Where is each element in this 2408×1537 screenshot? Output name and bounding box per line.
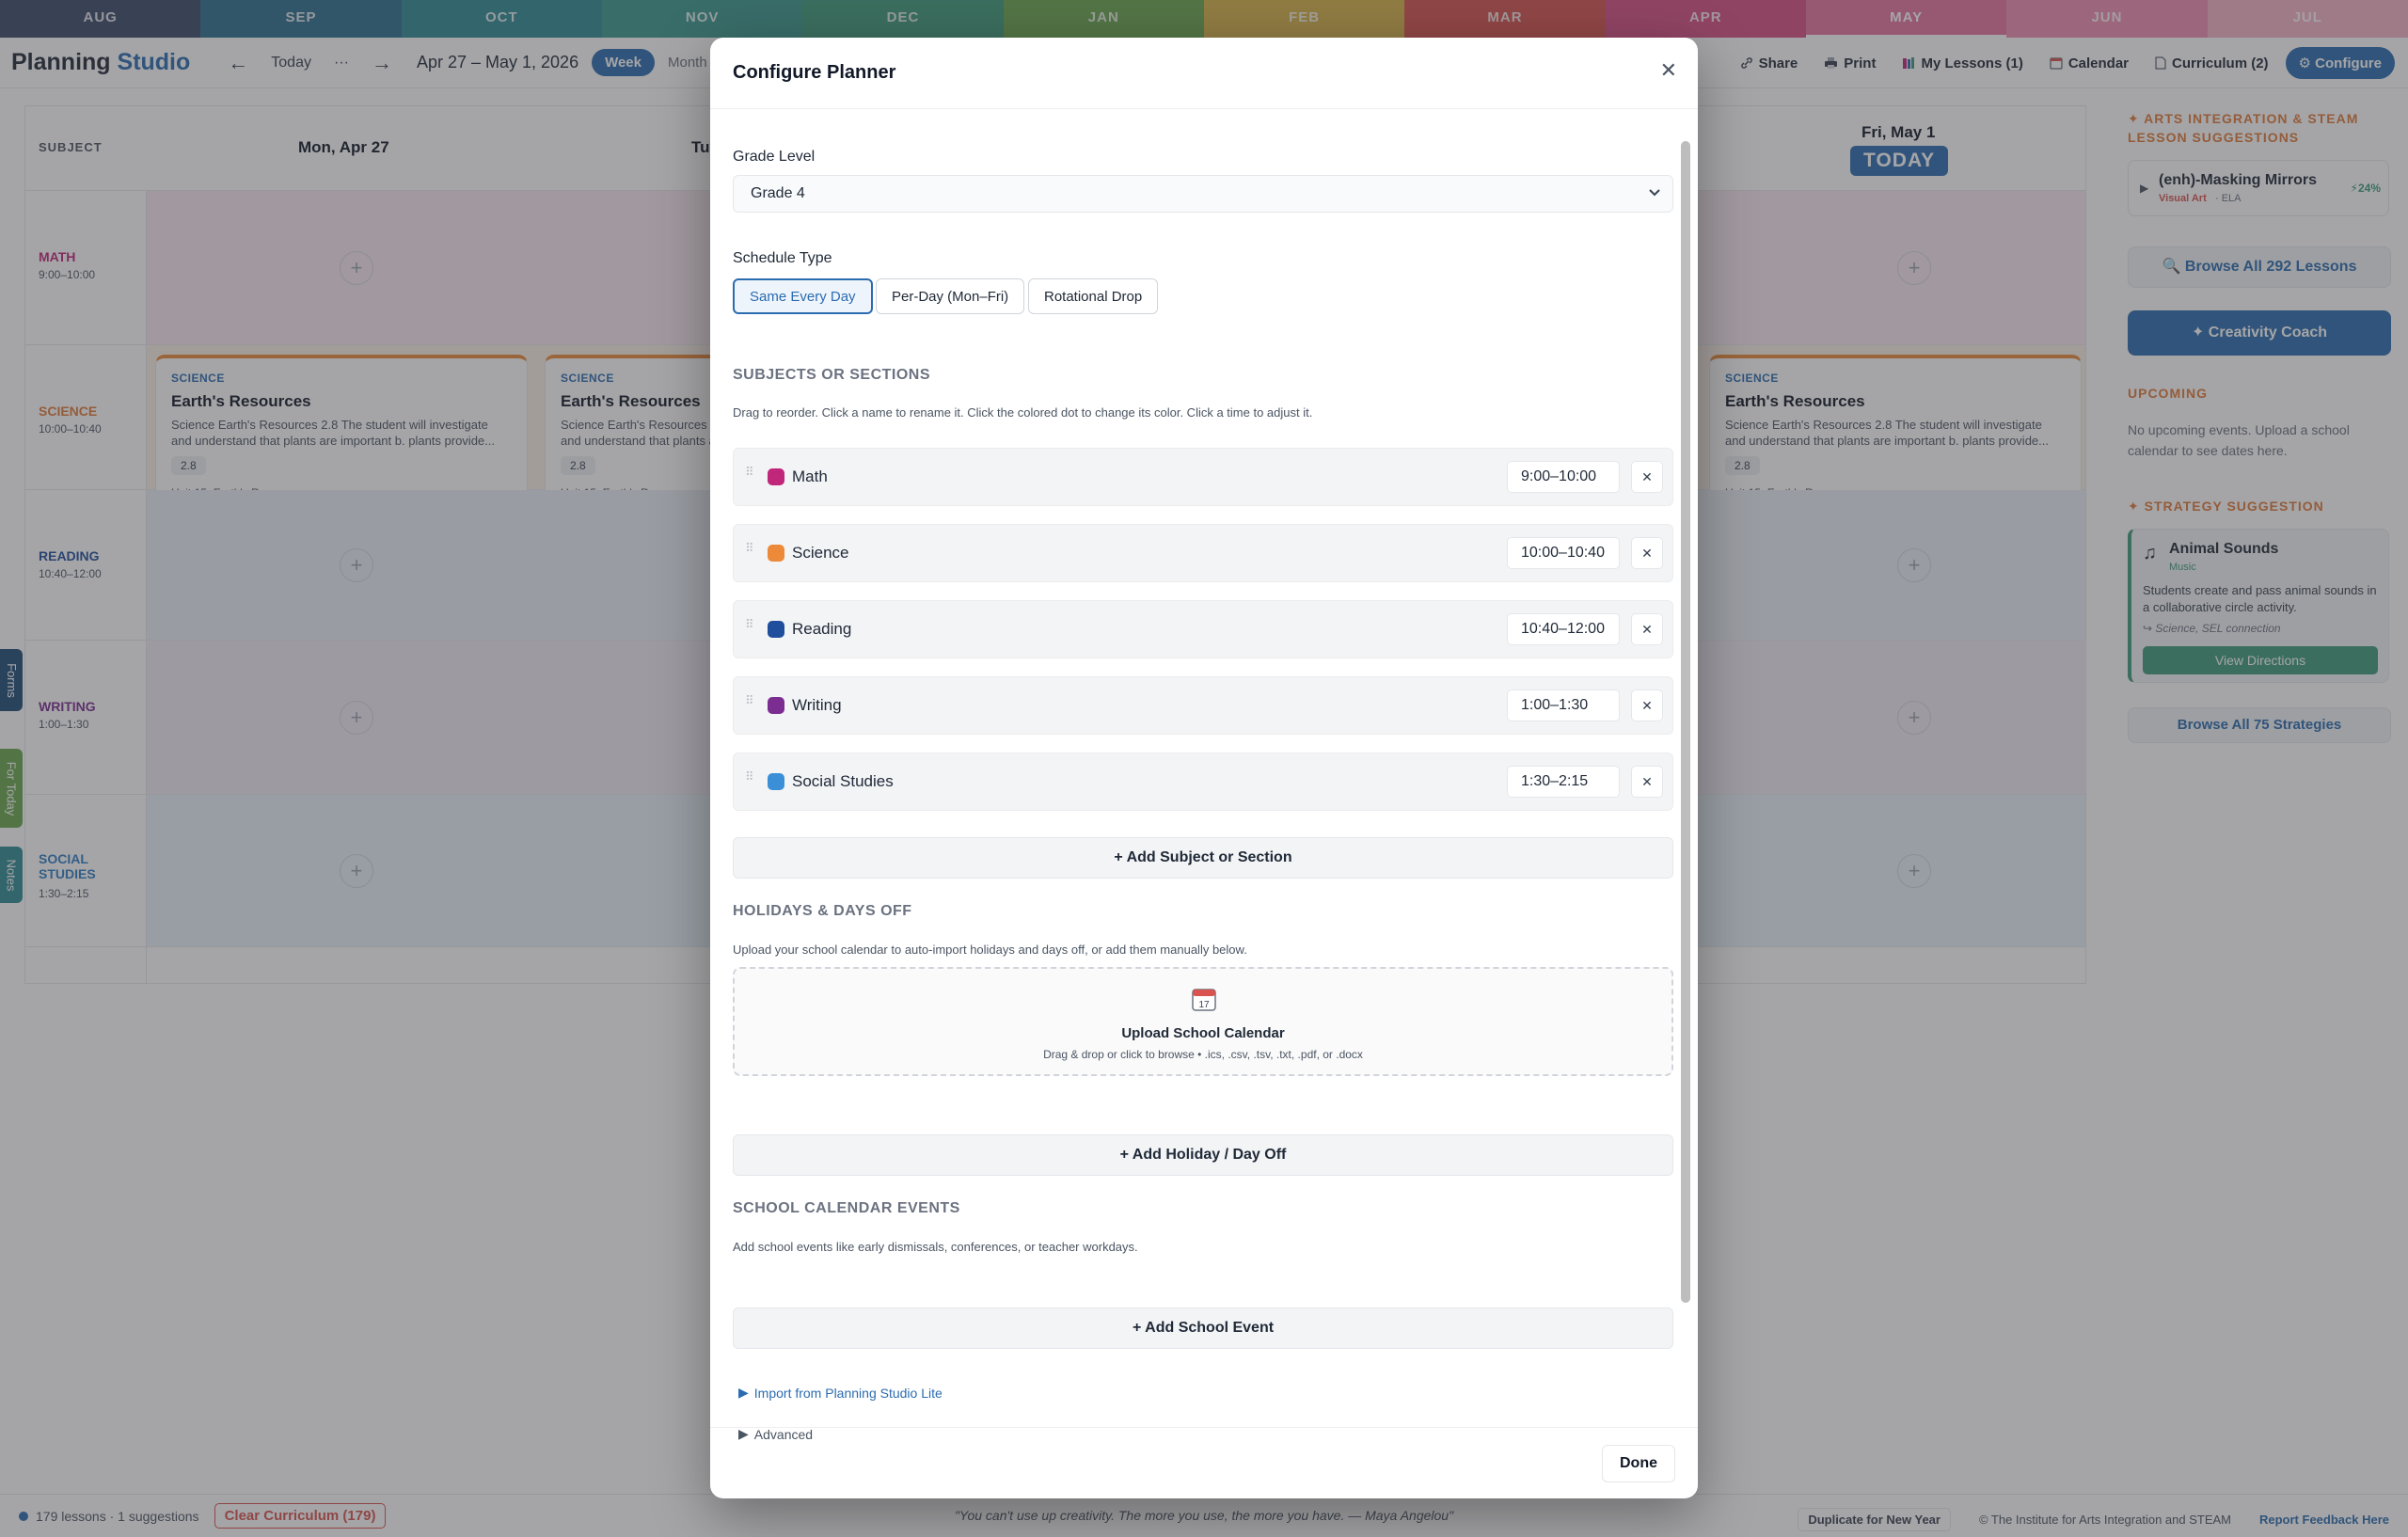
drag-handle-icon[interactable]: ⠿ bbox=[745, 694, 754, 713]
subject-name[interactable]: Science bbox=[792, 544, 848, 563]
done-button[interactable]: Done bbox=[1602, 1445, 1675, 1482]
subject-row[interactable]: ⠿ Science 10:00–10:40 ✕ bbox=[733, 524, 1673, 582]
chevron-down-icon bbox=[1649, 189, 1660, 197]
subject-row[interactable]: ⠿ Writing 1:00–1:30 ✕ bbox=[733, 676, 1673, 735]
events-help-text: Add school events like early dismissals,… bbox=[733, 1240, 1138, 1254]
subject-name[interactable]: Social Studies bbox=[792, 772, 894, 791]
calendar-icon: 17 bbox=[1192, 989, 1216, 1011]
modal-scrollbar[interactable] bbox=[1681, 141, 1690, 1303]
subject-name[interactable]: Math bbox=[792, 467, 828, 486]
triangle-right-icon: ▶ bbox=[738, 1385, 749, 1400]
drag-handle-icon[interactable]: ⠿ bbox=[745, 542, 754, 561]
schedule-rotational-drop[interactable]: Rotational Drop bbox=[1028, 278, 1159, 314]
subject-name[interactable]: Reading bbox=[792, 620, 851, 639]
remove-subject-icon[interactable]: ✕ bbox=[1631, 461, 1663, 493]
drag-handle-icon[interactable]: ⠿ bbox=[745, 618, 754, 637]
schedule-type-label: Schedule Type bbox=[733, 250, 832, 266]
add-school-event-button[interactable]: + Add School Event bbox=[733, 1307, 1673, 1349]
subject-color-dot[interactable] bbox=[768, 621, 784, 638]
scrollbar-thumb[interactable] bbox=[1681, 141, 1690, 1303]
remove-subject-icon[interactable]: ✕ bbox=[1631, 689, 1663, 721]
drag-handle-icon[interactable]: ⠿ bbox=[745, 466, 754, 484]
configure-planner-modal: Configure Planner ✕ Grade Level Grade 4 … bbox=[710, 38, 1698, 1498]
subjects-heading: SUBJECTS OR SECTIONS bbox=[733, 367, 931, 383]
subject-row[interactable]: ⠿ Social Studies 1:30–2:15 ✕ bbox=[733, 753, 1673, 811]
upload-calendar-dropzone[interactable]: 17 Upload School Calendar Drag & drop or… bbox=[733, 967, 1673, 1076]
close-icon[interactable]: ✕ bbox=[1660, 58, 1677, 83]
subject-time-input[interactable]: 10:40–12:00 bbox=[1507, 613, 1620, 645]
drag-handle-icon[interactable]: ⠿ bbox=[745, 770, 754, 789]
modal-footer: Done bbox=[710, 1427, 1698, 1498]
subject-row[interactable]: ⠿ Reading 10:40–12:00 ✕ bbox=[733, 600, 1673, 658]
remove-subject-icon[interactable]: ✕ bbox=[1631, 613, 1663, 645]
grade-level-select[interactable]: Grade 4 bbox=[733, 175, 1673, 213]
subject-color-dot[interactable] bbox=[768, 697, 784, 714]
subject-time-input[interactable]: 9:00–10:00 bbox=[1507, 461, 1620, 493]
subject-color-dot[interactable] bbox=[768, 545, 784, 562]
subject-color-dot[interactable] bbox=[768, 468, 784, 485]
subject-row[interactable]: ⠿ Math 9:00–10:00 ✕ bbox=[733, 448, 1673, 506]
grade-level-label: Grade Level bbox=[733, 149, 816, 165]
subject-time-input[interactable]: 1:30–2:15 bbox=[1507, 766, 1620, 798]
remove-subject-icon[interactable]: ✕ bbox=[1631, 537, 1663, 569]
subject-name[interactable]: Writing bbox=[792, 696, 842, 715]
subject-color-dot[interactable] bbox=[768, 773, 784, 790]
add-subject-button[interactable]: + Add Subject or Section bbox=[733, 837, 1673, 879]
add-holiday-button[interactable]: + Add Holiday / Day Off bbox=[733, 1134, 1673, 1176]
holidays-heading: HOLIDAYS & DAYS OFF bbox=[733, 903, 912, 919]
events-heading: SCHOOL CALENDAR EVENTS bbox=[733, 1200, 960, 1216]
schedule-same-every-day[interactable]: Same Every Day bbox=[733, 278, 873, 314]
import-lite-label: Import from Planning Studio Lite bbox=[753, 1385, 943, 1401]
subject-time-input[interactable]: 10:00–10:40 bbox=[1507, 537, 1620, 569]
modal-title: Configure Planner bbox=[733, 62, 896, 83]
subjects-help-text: Drag to reorder. Click a name to rename … bbox=[733, 405, 1313, 420]
svg-text:17: 17 bbox=[1198, 1000, 1210, 1010]
upload-subtitle: Drag & drop or click to browse • .ics, .… bbox=[1043, 1048, 1363, 1061]
import-lite-disclosure[interactable]: ▶ Import from Planning Studio Lite bbox=[738, 1385, 943, 1401]
grade-level-value: Grade 4 bbox=[751, 185, 805, 201]
upload-title: Upload School Calendar bbox=[1121, 1025, 1285, 1041]
schedule-per-day[interactable]: Per-Day (Mon–Fri) bbox=[876, 278, 1025, 314]
subject-time-input[interactable]: 1:00–1:30 bbox=[1507, 689, 1620, 721]
holidays-help-text: Upload your school calendar to auto-impo… bbox=[733, 943, 1247, 957]
modal-header: Configure Planner ✕ bbox=[710, 38, 1698, 109]
remove-subject-icon[interactable]: ✕ bbox=[1631, 766, 1663, 798]
